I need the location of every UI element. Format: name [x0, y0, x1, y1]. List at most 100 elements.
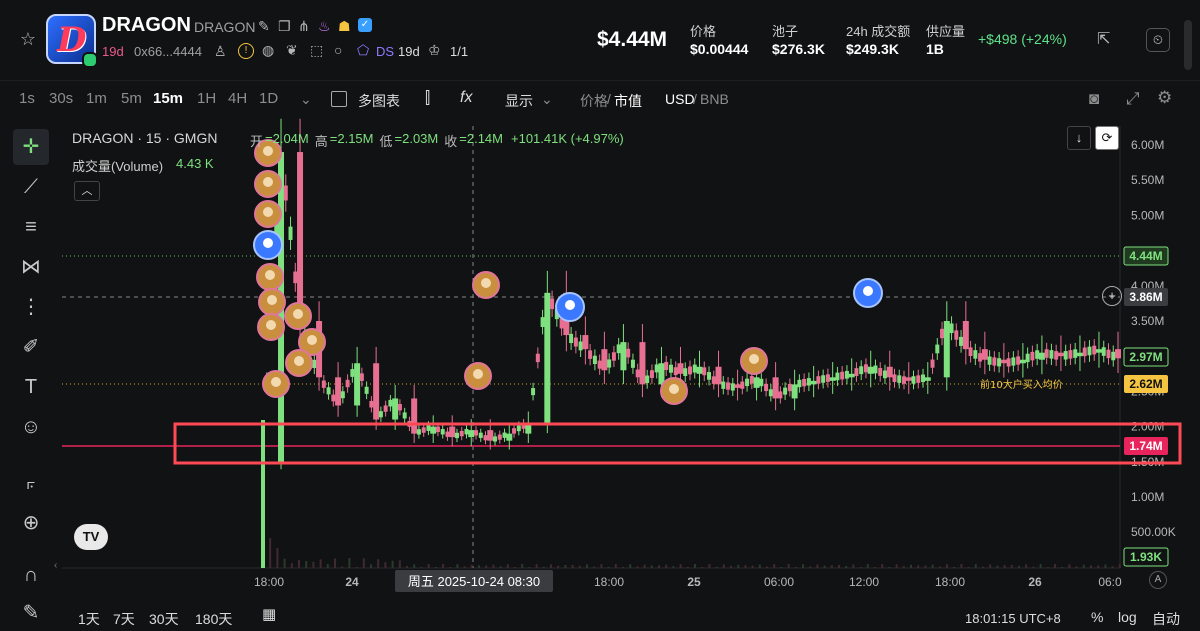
range-180d[interactable]: 180天	[195, 609, 232, 629]
volume-bar	[967, 567, 970, 568]
add-alert-icon[interactable]: +	[1102, 286, 1122, 306]
candle-body	[707, 372, 712, 380]
legend-ohlc: 开 =2.04M 高 =2.15M 低 =2.03M 收 =2.14M +101…	[250, 131, 624, 150]
candle-body	[383, 405, 388, 412]
volume-bar	[478, 565, 480, 568]
candle-body	[867, 366, 874, 374]
volume-bar	[866, 564, 869, 568]
volume-bar	[751, 565, 754, 568]
volume-bar	[665, 564, 668, 568]
collapse-legend-icon[interactable]: ︿	[74, 181, 100, 201]
trader-avatar-face	[749, 354, 759, 364]
candle-body	[673, 367, 678, 376]
volume-bar	[1104, 564, 1107, 568]
price-chart[interactable]: 6.00M5.50M5.00M4.00M3.50M2.50M2.00M1.50M…	[0, 0, 1200, 623]
candle-body	[487, 430, 494, 441]
candle-body	[668, 364, 673, 373]
volume-bar	[514, 567, 516, 568]
volume-bar	[960, 564, 963, 568]
legend-title: DRAGON · 15 · GMGN	[72, 130, 218, 146]
download-icon[interactable]: ↓	[1067, 126, 1091, 150]
volume-bar	[305, 561, 308, 568]
x-tick-label: 24	[345, 575, 359, 589]
range-1d[interactable]: 1天	[78, 609, 100, 629]
volume-bar	[809, 566, 812, 568]
range-30d[interactable]: 30天	[149, 609, 179, 629]
candle-body	[582, 335, 589, 350]
volume-bar	[607, 567, 610, 568]
candle-body	[416, 429, 421, 435]
candle-body	[829, 377, 836, 381]
trader-avatar-face	[263, 238, 273, 248]
trader-avatar-face	[481, 278, 491, 288]
candle-body	[430, 426, 437, 434]
candle-body	[992, 357, 997, 366]
volume-bar	[456, 564, 459, 568]
volume-bar	[1061, 567, 1064, 568]
candle-body	[772, 377, 779, 399]
volume-bar	[1039, 564, 1042, 568]
volume-bar	[362, 558, 365, 568]
y-tick-label: 500.00K	[1131, 525, 1176, 539]
volume-bar	[643, 564, 646, 568]
calendar-icon[interactable]: ▦	[262, 605, 276, 623]
auto-scale-icon[interactable]: A	[1149, 571, 1167, 589]
x-tick-label: 12:00	[849, 575, 879, 589]
candle-body	[1038, 352, 1045, 360]
clock-time: 18:01:15 UTC+8	[965, 611, 1061, 626]
candle-body	[711, 376, 716, 384]
candle-body	[283, 185, 288, 201]
candle-body	[639, 342, 646, 385]
volume-bar	[391, 560, 394, 568]
candle-body	[635, 369, 640, 378]
candle-body	[459, 430, 464, 437]
candle-body	[1092, 345, 1097, 355]
volume-bar	[290, 563, 293, 568]
candle-body	[1076, 352, 1083, 357]
candle-body	[734, 384, 741, 388]
volume-bar	[406, 565, 408, 568]
candle-body	[859, 366, 864, 375]
candle-body	[1016, 356, 1021, 365]
range-7d[interactable]: 7天	[113, 609, 135, 629]
volume-bar	[917, 565, 920, 568]
candle-body	[997, 358, 1002, 367]
volume-bar	[398, 560, 401, 568]
candle-body	[588, 350, 593, 359]
candle-body	[649, 370, 654, 378]
volume-bar	[1032, 566, 1035, 568]
volume-bar	[463, 566, 466, 568]
candle-body	[331, 394, 336, 402]
volume-bar	[442, 564, 444, 568]
volume-bar	[528, 567, 531, 568]
refresh-icon[interactable]: ⟳	[1095, 126, 1119, 150]
candle-body	[897, 375, 902, 383]
volume-bar	[744, 565, 747, 568]
price-tag-label: 2.62M	[1129, 377, 1162, 391]
volume-label: 成交量(Volume)	[72, 159, 164, 174]
candle-body	[835, 372, 840, 381]
candle-body	[810, 380, 817, 385]
candle-body	[1073, 349, 1078, 358]
volume-bar	[701, 567, 704, 568]
volume-bar	[708, 564, 711, 568]
trader-avatar-face	[669, 384, 679, 394]
volume-bar	[636, 566, 639, 568]
candle-body	[569, 333, 574, 344]
volume-bar	[924, 565, 927, 568]
candle-body	[892, 374, 897, 382]
trader-avatar-face	[265, 270, 275, 280]
volume-bar	[852, 564, 855, 568]
candle-body	[645, 375, 650, 384]
volume-bar	[427, 564, 430, 568]
candle-body	[882, 370, 887, 379]
volume-bar	[384, 562, 387, 568]
candle-body	[821, 375, 826, 383]
auto-toggle[interactable]: 自动	[1152, 609, 1180, 629]
candle-body	[345, 379, 350, 388]
candle-body	[1030, 351, 1035, 361]
volume-bar	[434, 567, 437, 568]
candle-body	[1101, 347, 1106, 356]
candle-body	[696, 366, 703, 374]
candle-body	[825, 374, 830, 382]
